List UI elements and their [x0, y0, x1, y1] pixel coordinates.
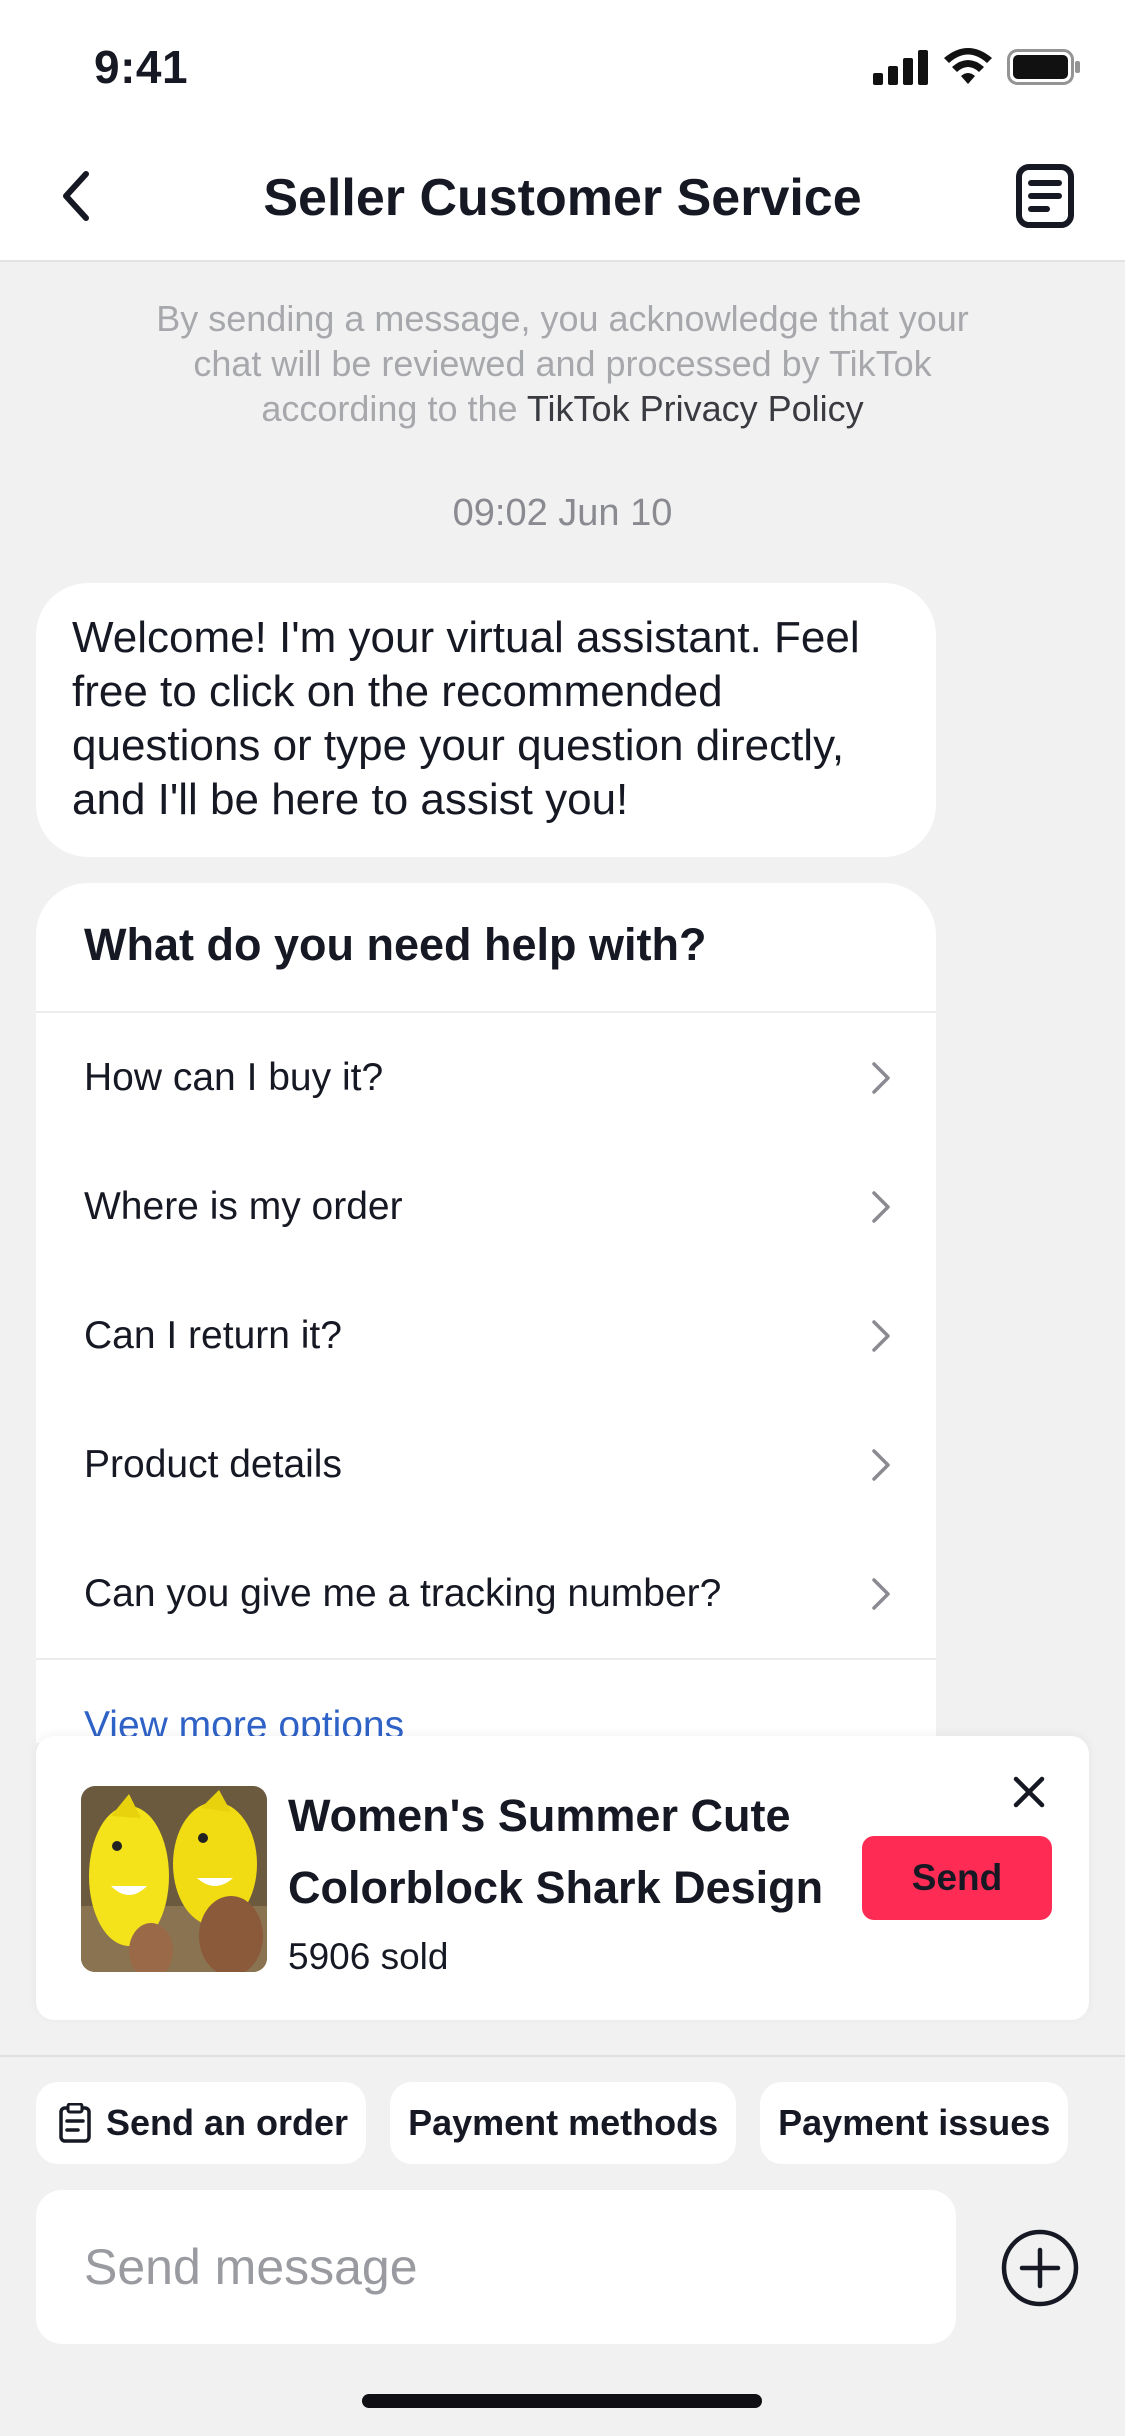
plus-circle-icon [1001, 2229, 1079, 2307]
send-product-button[interactable]: Send [862, 1836, 1052, 1920]
page-title: Seller Customer Service [263, 169, 862, 227]
chip-label: Send an order [106, 2102, 349, 2143]
product-card: Women's Summer Cute Colorblock Shark Des… [36, 1736, 1089, 2020]
help-option-label: Product details [84, 1442, 342, 1486]
help-option-order[interactable]: Where is my order [36, 1142, 936, 1271]
payment-issues-chip[interactable]: Payment issues [760, 2082, 1069, 2164]
close-product-button[interactable] [999, 1762, 1059, 1822]
help-card: What do you need help with? How can I bu… [36, 883, 936, 1743]
add-attachment-button[interactable] [1000, 2228, 1080, 2308]
help-option-buy[interactable]: How can I buy it? [36, 1013, 936, 1142]
clipboard-icon [59, 2103, 91, 2143]
product-title-line: Women's Summer Cute [288, 1790, 791, 1841]
send-order-chip[interactable]: Send an order [36, 2082, 367, 2164]
privacy-disclaimer: By sending a message, you acknowledge th… [120, 296, 1005, 431]
help-card-title: What do you need help with? [36, 883, 936, 1013]
help-option-product-details[interactable]: Product details [36, 1400, 936, 1529]
message-timestamp: 09:02 Jun 10 [452, 492, 673, 534]
chevron-right-icon [872, 1577, 890, 1610]
product-title-line: Colorblock Shark Design [288, 1862, 824, 1913]
product-sold-count: 5906 sold [288, 1936, 449, 1977]
help-option-tracking[interactable]: Can you give me a tracking number? [36, 1529, 936, 1658]
status-time: 9:41 [94, 41, 189, 93]
chevron-right-icon [872, 1319, 890, 1352]
privacy-policy-link[interactable]: TikTok Privacy Policy [527, 388, 864, 429]
home-indicator [362, 2394, 762, 2408]
payment-methods-chip[interactable]: Payment methods [390, 2082, 737, 2164]
chevron-right-icon [872, 1190, 890, 1223]
status-icons [873, 48, 1081, 86]
orders-button[interactable] [1005, 156, 1085, 236]
status-bar: 9:41 [0, 0, 1125, 130]
product-image[interactable] [81, 1786, 267, 1972]
quick-actions: Send an order Payment methods Payment is… [36, 2082, 1069, 2164]
product-title[interactable]: Women's Summer Cute Colorblock Shark Des… [288, 1780, 848, 1924]
help-option-label: How can I buy it? [84, 1055, 384, 1099]
document-icon [1016, 164, 1074, 228]
cellular-signal-icon [873, 50, 928, 85]
divider [0, 2055, 1125, 2057]
chevron-right-icon [872, 1061, 890, 1094]
welcome-message-bubble: Welcome! I'm your virtual assistant. Fee… [36, 583, 936, 857]
message-input[interactable] [36, 2190, 956, 2344]
help-option-return[interactable]: Can I return it? [36, 1271, 936, 1400]
help-option-label: Where is my order [84, 1184, 403, 1228]
header: Seller Customer Service [0, 130, 1125, 262]
chip-label: Payment issues [778, 2102, 1051, 2143]
shark-slides-image [81, 1786, 267, 1972]
view-more-options-link[interactable]: View more options [36, 1660, 936, 1743]
help-option-label: Can I return it? [84, 1313, 342, 1357]
chip-label: Payment methods [408, 2102, 719, 2143]
wifi-icon [944, 48, 992, 84]
help-option-label: Can you give me a tracking number? [84, 1571, 722, 1615]
chevron-right-icon [872, 1448, 890, 1481]
close-icon [1013, 1776, 1045, 1808]
battery-icon [1007, 49, 1080, 85]
